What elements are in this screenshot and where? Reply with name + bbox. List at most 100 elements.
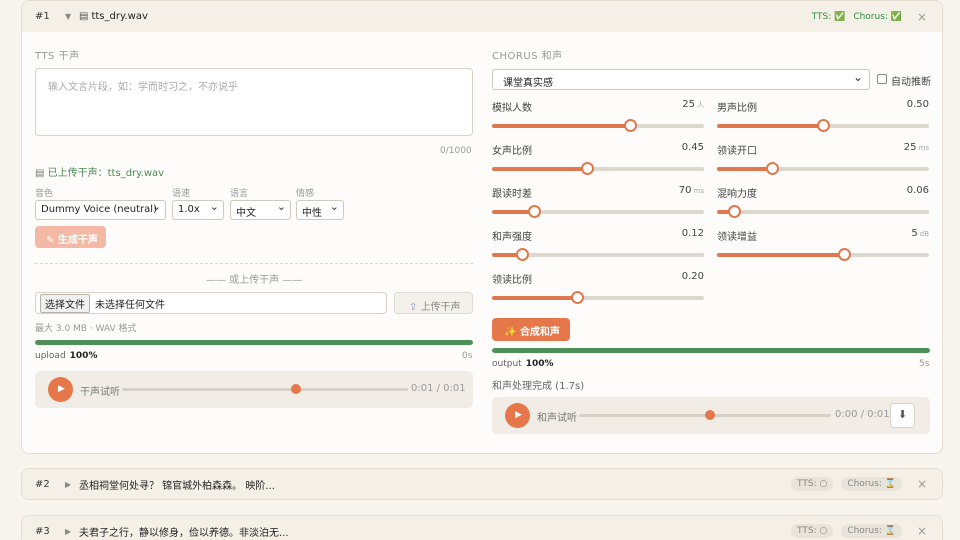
slider-knob[interactable]: [515, 248, 529, 261]
slider-fill: [717, 124, 823, 128]
classical-text-input[interactable]: [35, 68, 473, 136]
play-icon[interactable]: ▶: [505, 403, 530, 428]
item-title: 丞相祠堂何处寻？ 锦官城外柏森森。 映阶...: [79, 480, 275, 492]
item-card-2: #2 ▶ 丞相祠堂何处寻？ 锦官城外柏森森。 映阶... TTS: ○ Chor…: [21, 468, 943, 500]
dry-time: 0:01 / 0:01: [411, 383, 466, 394]
dry-audio-player: ▶ 干声试听 0:01 / 0:01: [35, 371, 473, 408]
slider-value: 0.20: [681, 271, 704, 282]
document-icon: ▤: [79, 11, 89, 22]
sparkle-icon: ✨: [504, 327, 520, 338]
output-progress-label: output 100%: [492, 359, 554, 369]
divider: [35, 263, 473, 264]
play-icon[interactable]: ▶: [48, 377, 73, 402]
voice-select[interactable]: Dummy Voice (neutral): [35, 200, 166, 220]
slider-value: 0.12: [681, 228, 704, 239]
dry-seek-bar[interactable]: [122, 388, 408, 391]
slider-track[interactable]: [717, 248, 929, 261]
expand-triangle-icon[interactable]: ▶: [65, 527, 79, 536]
tts-status-badge: TTS: ○: [791, 524, 834, 538]
chorus-status-badge: Chorus: ⌛: [841, 477, 902, 491]
auto-infer-label: 自动推断: [891, 77, 931, 88]
slider-knob[interactable]: [727, 205, 741, 218]
speed-select[interactable]: 1.0x: [172, 200, 224, 220]
tts-section-label: TTS 干声: [35, 51, 80, 62]
slider-knob[interactable]: [838, 248, 852, 261]
item-title: tts_dry.wav: [91, 11, 148, 22]
item-card-1: #1 ▼ ▤ tts_dry.wav TTS: ✅ Chorus: ✅ × TT…: [21, 0, 943, 454]
chorus-status-badge: Chorus: ⌛: [841, 524, 902, 538]
slider-knob[interactable]: [581, 162, 595, 175]
close-icon[interactable]: ×: [916, 477, 928, 491]
item-index: #3: [35, 525, 50, 537]
upload-time: 0s: [462, 351, 473, 361]
slider-fill: [492, 124, 630, 128]
or-upload-divider-text: —— 或上传干声 ——: [206, 275, 303, 286]
slider-knob[interactable]: [623, 119, 637, 132]
item-index: #2: [35, 478, 50, 490]
slider-track[interactable]: [717, 205, 929, 218]
voice-label: 音色: [35, 189, 54, 199]
output-time: 5s: [919, 359, 930, 369]
wand-icon: ✎: [46, 235, 58, 246]
choose-file-button[interactable]: 选择文件: [40, 293, 90, 313]
auto-infer-checkbox[interactable]: [877, 74, 887, 84]
item-card-3: #3 ▶ 夫君子之行，静以修身，俭以养德。非淡泊无... TTS: ○ Chor…: [21, 515, 943, 540]
speed-label: 语速: [172, 189, 191, 199]
dry-preview-label: 干声试听: [80, 387, 120, 398]
slider-value: 0.06: [906, 185, 929, 196]
slider-knob[interactable]: [817, 119, 830, 132]
slider-knob[interactable]: [528, 205, 542, 218]
item-index: #1: [35, 11, 50, 22]
chorus-preset-select[interactable]: 课堂真实感: [492, 69, 870, 90]
chorus-audio-player: ▶ 和声试听 0:00 / 0:01 ⬇: [492, 397, 930, 434]
chorus-section-label: CHORUS 和声: [492, 51, 563, 62]
slider-fill: [492, 167, 588, 171]
output-progress-bar: [492, 348, 930, 353]
slider-track[interactable]: [492, 248, 704, 261]
tts-status-badge: TTS: ○: [791, 477, 834, 491]
slider-track[interactable]: [717, 119, 929, 132]
file-picker[interactable]: 选择文件 未选择任何文件: [35, 292, 387, 314]
language-select[interactable]: 中文: [230, 200, 291, 220]
upload-progress-bar: [35, 340, 473, 345]
close-icon[interactable]: ×: [916, 524, 928, 538]
download-icon[interactable]: ⬇: [890, 403, 915, 428]
card-header[interactable]: #3 ▶ 夫君子之行，静以修身，俭以养德。非淡泊无... TTS: ○ Chor…: [22, 516, 942, 540]
collapse-triangle-icon[interactable]: ▼: [65, 12, 79, 21]
upload-progress-fill: [35, 340, 473, 345]
slider-fill: [717, 167, 773, 171]
slider-track[interactable]: [492, 291, 704, 304]
close-icon[interactable]: ×: [916, 10, 928, 24]
upload-dry-button[interactable]: ⇪ 上传干声: [394, 292, 473, 314]
card-header[interactable]: #2 ▶ 丞相祠堂何处寻？ 锦官城外柏森森。 映阶... TTS: ○ Chor…: [22, 469, 942, 499]
emotion-label: 情感: [296, 189, 315, 199]
card-header[interactable]: #1 ▼ ▤ tts_dry.wav TTS: ✅ Chorus: ✅ ×: [22, 1, 942, 32]
document-icon: ▤: [35, 168, 48, 179]
slider-value: 0.45: [681, 142, 704, 153]
slider-value: 25 人: [682, 99, 704, 110]
slider-value: 5 dB: [911, 228, 929, 239]
synthesize-chorus-button[interactable]: ✨ 合成和声: [492, 318, 570, 341]
chorus-preview-label: 和声试听: [537, 413, 577, 424]
slider-knob[interactable]: [570, 291, 584, 304]
slider-value: 25 ms: [903, 142, 929, 153]
language-label: 语言: [230, 189, 249, 199]
emotion-select[interactable]: 中性: [296, 200, 344, 220]
slider-track[interactable]: [492, 205, 704, 218]
slider-knob[interactable]: [766, 162, 780, 175]
upload-icon: ⇪: [409, 302, 421, 313]
slider-value: 0.50: [906, 99, 929, 110]
generate-dry-button[interactable]: ✎ 生成干声: [35, 226, 106, 248]
expand-triangle-icon[interactable]: ▶: [65, 480, 79, 489]
chorus-seek-knob[interactable]: [705, 410, 716, 420]
tts-status-badge: TTS: ✅: [811, 11, 846, 22]
output-progress-fill: [492, 348, 930, 353]
uploaded-dry-status: ▤ 已上传干声：tts_dry.wav: [35, 168, 165, 179]
slider-track[interactable]: [492, 162, 704, 175]
dry-seek-knob[interactable]: [291, 384, 302, 394]
chorus-status-badge: Chorus: ✅: [853, 11, 902, 22]
slider-track[interactable]: [717, 162, 929, 175]
slider-track[interactable]: [492, 119, 704, 132]
item-title: 夫君子之行，静以修身，俭以养德。非淡泊无...: [79, 527, 289, 539]
chorus-time: 0:00 / 0:01: [835, 409, 890, 420]
